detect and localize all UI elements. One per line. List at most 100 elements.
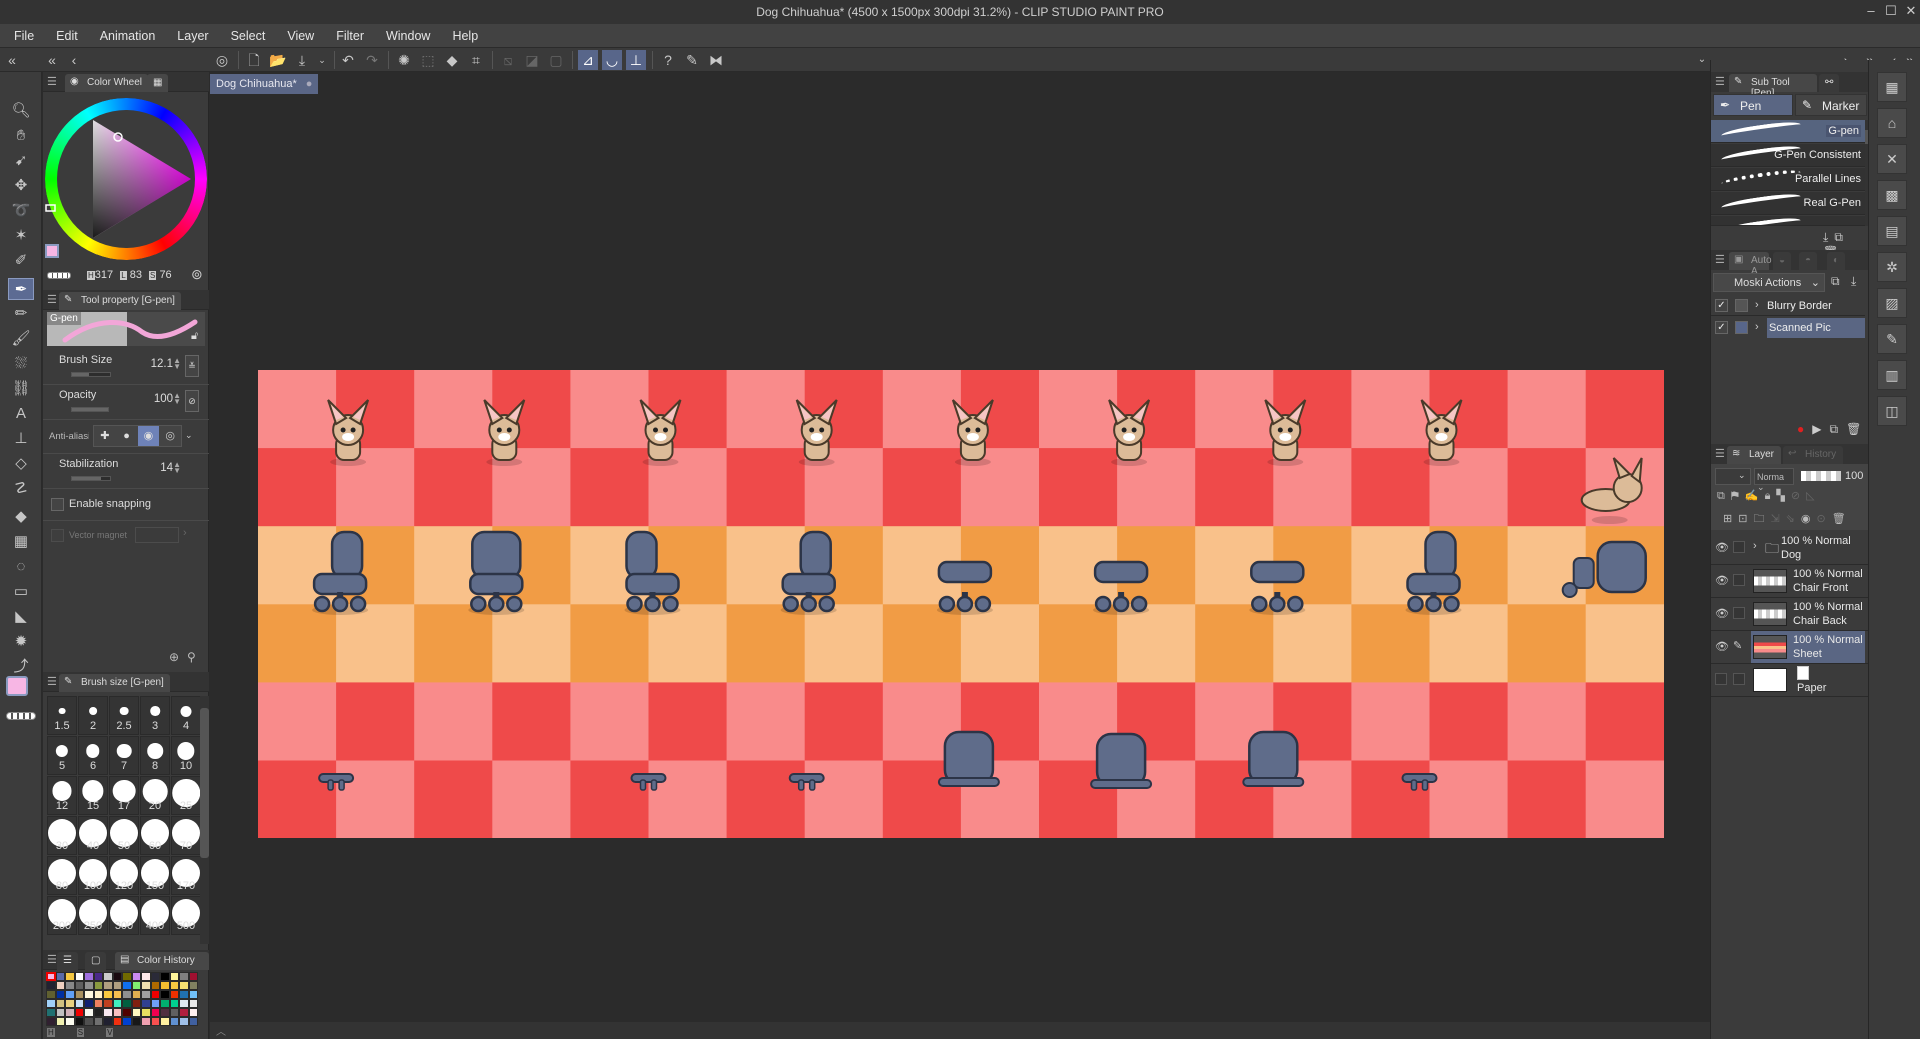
color-history-swatch[interactable] xyxy=(188,1017,198,1026)
brush-size-option[interactable]: 50 xyxy=(109,816,139,855)
color-history-swatch[interactable] xyxy=(112,999,122,1008)
airbrush-icon[interactable]: ⛆ xyxy=(8,353,34,375)
ruler-off-icon[interactable]: ⧅ xyxy=(498,50,518,70)
deselect-icon[interactable]: ✺ xyxy=(394,50,414,70)
reset-icon[interactable]: ⊕ xyxy=(169,650,179,664)
color-history-swatch[interactable] xyxy=(93,1008,103,1017)
group-pen[interactable]: ✒ Pen xyxy=(1713,94,1793,116)
color-history-swatch[interactable] xyxy=(169,1008,179,1017)
collapse-left-icon[interactable]: « xyxy=(2,50,22,70)
operation-tool-icon[interactable]: ➹ xyxy=(8,150,34,172)
reference-icon[interactable]: ⚑ xyxy=(1731,490,1745,502)
color-history-swatch[interactable] xyxy=(65,990,75,999)
fill-bucket-icon[interactable]: ◆ xyxy=(8,506,34,528)
menu-help[interactable]: Help xyxy=(452,29,478,43)
menu-filter[interactable]: Filter xyxy=(336,29,364,43)
anti-alias-medium-icon[interactable]: ◉ xyxy=(137,426,160,446)
color-history-swatch[interactable] xyxy=(74,1017,84,1026)
play-icon[interactable]: ▶ xyxy=(1812,422,1821,437)
brush-size-option[interactable]: 2 xyxy=(78,696,108,735)
color-history-swatch[interactable] xyxy=(46,990,56,999)
ruler-half-icon[interactable]: ◪ xyxy=(522,50,542,70)
color-history-swatch[interactable] xyxy=(84,1017,94,1026)
color-history-swatch[interactable] xyxy=(122,981,132,990)
color-history-swatch[interactable] xyxy=(103,981,113,990)
color-history-swatch[interactable] xyxy=(169,981,179,990)
color-history-swatch[interactable] xyxy=(103,990,113,999)
brush-size-option[interactable]: 20 xyxy=(140,776,170,815)
menu-edit[interactable]: Edit xyxy=(56,29,78,43)
visibility-toggle[interactable] xyxy=(1715,673,1727,685)
mask-create-icon[interactable]: ◉ xyxy=(1801,513,1817,525)
menu-icon[interactable]: ☰ xyxy=(47,293,57,306)
lock-toggle[interactable] xyxy=(1733,541,1745,553)
color-history-swatch[interactable] xyxy=(160,1008,170,1017)
chevron-up-icon[interactable]: ︿ xyxy=(216,1023,226,1038)
color-history-swatch[interactable] xyxy=(141,972,151,981)
menu-icon[interactable]: ☰ xyxy=(1715,447,1725,460)
color-history-swatch[interactable] xyxy=(169,1017,179,1026)
vector-magnet-level[interactable] xyxy=(135,527,179,543)
color-history-swatch[interactable] xyxy=(141,999,151,1008)
group-marker[interactable]: ✎ Marker xyxy=(1795,94,1867,116)
material-frame-icon[interactable]: ▤ xyxy=(1877,216,1907,246)
lock-icon[interactable]: 🔒︎ xyxy=(1765,490,1777,502)
color-history-swatch[interactable] xyxy=(179,999,189,1008)
material-pen-icon[interactable]: ✎ xyxy=(1877,324,1907,354)
color-history-swatch[interactable] xyxy=(160,972,170,981)
color-history-swatch[interactable] xyxy=(169,999,179,1008)
app-logo-icon[interactable]: ◎ xyxy=(212,50,232,70)
color-history-swatch[interactable] xyxy=(93,999,103,1008)
color-history-swatch[interactable] xyxy=(84,972,94,981)
brush-size-spinner[interactable]: ▲ ▼ xyxy=(173,357,181,371)
duplicate-icon[interactable]: ⧉ xyxy=(1829,422,1838,437)
trash-icon[interactable]: 🗑︎ xyxy=(1832,513,1852,525)
color-history-swatch[interactable] xyxy=(188,999,198,1008)
color-history-swatch[interactable] xyxy=(46,1017,56,1026)
sub-tool-detail-icon[interactable]: ⚲ xyxy=(187,650,196,664)
brush-size-option[interactable]: 60 xyxy=(140,816,170,855)
lock-icon[interactable]: 🔓︎ xyxy=(191,330,198,343)
lock-toggle[interactable] xyxy=(1733,607,1745,619)
color-history-swatch[interactable] xyxy=(150,990,160,999)
import-action-set-icon[interactable]: ⤓ xyxy=(1851,274,1856,289)
menu-icon[interactable]: ☰ xyxy=(47,953,57,966)
color-history-swatch[interactable] xyxy=(141,981,151,990)
color-history-swatch[interactable] xyxy=(188,1008,198,1017)
color-history-swatch[interactable] xyxy=(46,999,56,1008)
blend-mode-dropdown[interactable]: Norma ⌄ xyxy=(1754,468,1794,492)
save-icon[interactable]: ⤓ xyxy=(292,50,312,70)
brush-size-option[interactable]: 1.5 xyxy=(47,696,77,735)
vector-magnet-checkbox[interactable] xyxy=(51,529,64,542)
color-history-swatch[interactable] xyxy=(150,972,160,981)
material-home-icon[interactable]: ⌂ xyxy=(1877,108,1907,138)
brush-size-option[interactable]: 100 xyxy=(78,856,108,895)
color-history-swatch[interactable] xyxy=(74,981,84,990)
tab-navigator[interactable]: ◒ xyxy=(1773,252,1792,270)
lock-transparency-icon[interactable]: ▚ xyxy=(1776,490,1790,502)
color-history-swatch[interactable] xyxy=(122,1017,132,1026)
brush-size-option[interactable]: 250 xyxy=(78,896,108,935)
brush-size-option[interactable]: 12 xyxy=(47,776,77,815)
pressure-settings-icon[interactable]: ≚ xyxy=(185,355,199,377)
brush-size-option[interactable]: 17 xyxy=(109,776,139,815)
menu-animation[interactable]: Animation xyxy=(100,29,156,43)
chevron-right-icon[interactable]: › xyxy=(1753,540,1757,552)
menu-window[interactable]: Window xyxy=(386,29,430,43)
brush-size-slider[interactable] xyxy=(71,372,111,377)
brush-size-option[interactable]: 15 xyxy=(78,776,108,815)
frame-icon[interactable]: ▢ xyxy=(546,50,566,70)
color-history-swatch[interactable] xyxy=(46,1008,56,1017)
brush-size-value[interactable]: 12.1 xyxy=(151,358,173,370)
color-history-swatch[interactable] xyxy=(188,972,198,981)
chevron-right-icon[interactable]: › xyxy=(1755,299,1759,311)
lasso-select-icon[interactable]: ➰ xyxy=(8,200,34,222)
main-color-swatch[interactable] xyxy=(45,244,59,258)
color-history-swatch[interactable] xyxy=(84,1008,94,1017)
text-tool-icon[interactable]: A xyxy=(8,403,34,425)
brush-size-option[interactable]: 25 xyxy=(171,776,201,815)
color-history-swatch[interactable] xyxy=(112,981,122,990)
material-grid-icon[interactable]: ▦ xyxy=(1877,72,1907,102)
color-history-swatch[interactable] xyxy=(141,990,151,999)
snap-ruler-icon[interactable]: ⊿ xyxy=(578,50,598,70)
